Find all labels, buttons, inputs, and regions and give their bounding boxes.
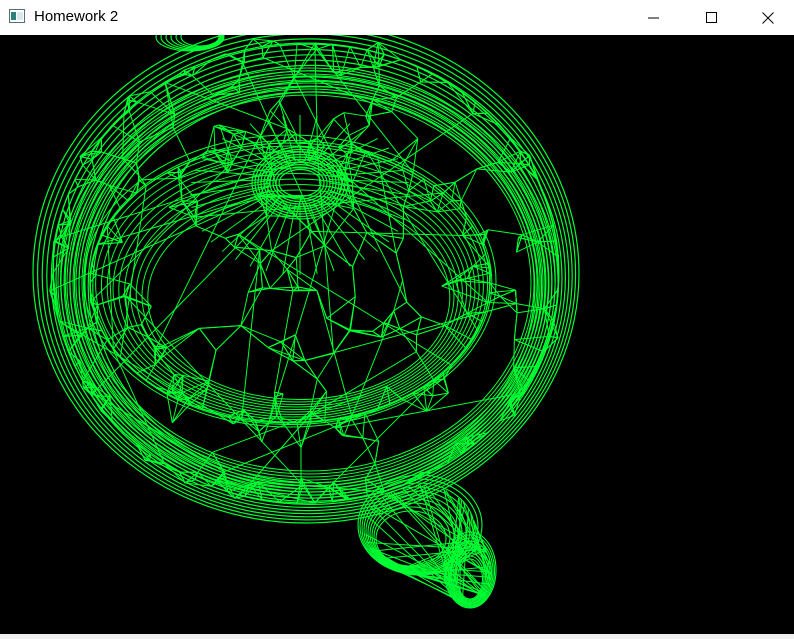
opengl-viewport[interactable] <box>0 35 794 634</box>
title-bar[interactable]: Homework 2 <box>0 0 794 35</box>
app-window: Homework 2 <box>0 0 794 639</box>
maximize-icon <box>706 11 718 24</box>
window-title: Homework 2 <box>34 8 119 25</box>
close-icon <box>761 11 774 24</box>
window-bottom-edge <box>0 634 794 639</box>
minimize-button[interactable] <box>625 0 683 35</box>
maximize-button[interactable] <box>683 0 741 35</box>
close-button[interactable] <box>741 0 794 35</box>
teapot-wireframe <box>32 35 580 609</box>
app-window-icon[interactable] <box>9 9 25 23</box>
minimize-icon <box>648 12 660 24</box>
